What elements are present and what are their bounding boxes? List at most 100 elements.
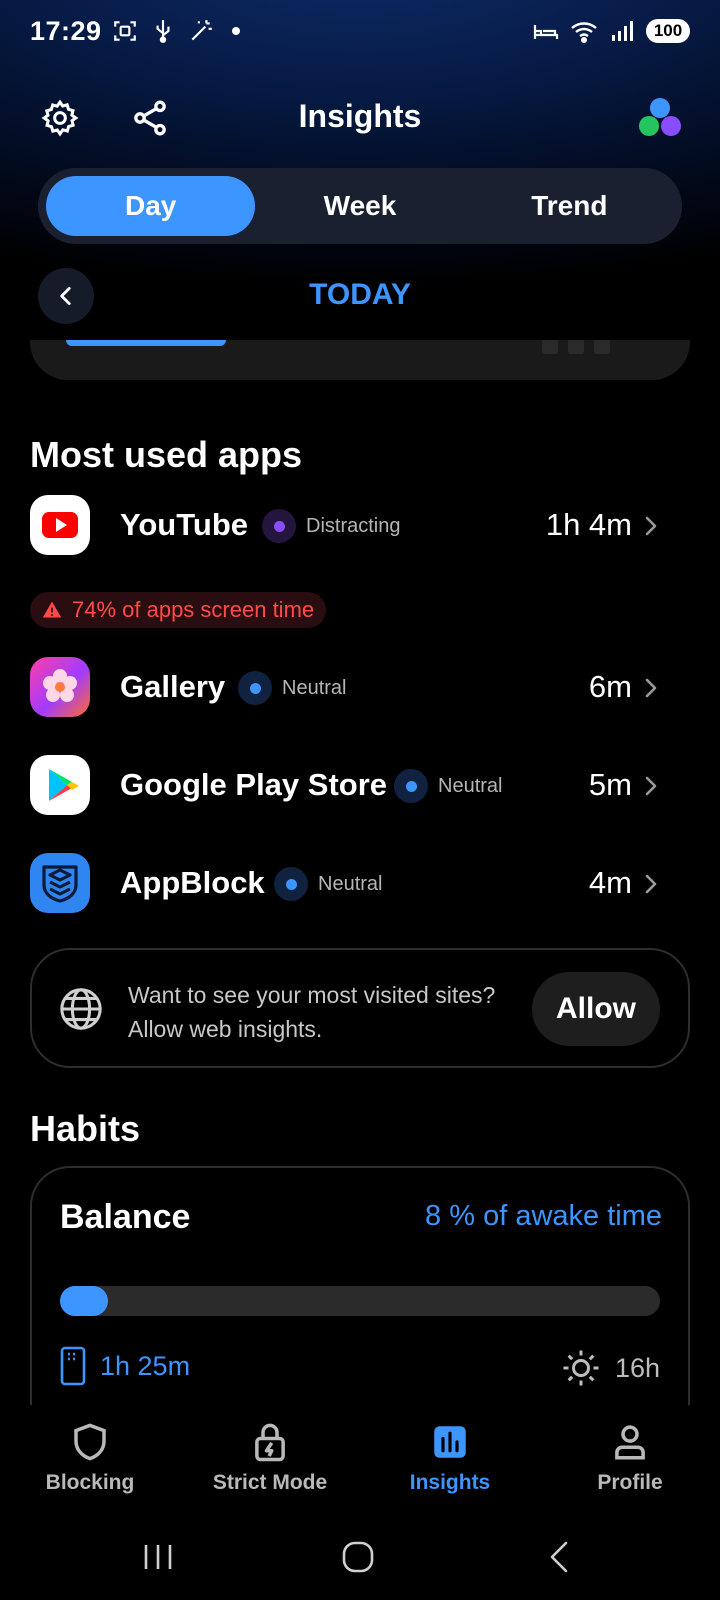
logo-dot-purple	[661, 116, 681, 136]
sleep-icon	[533, 25, 559, 39]
battery-icon: 100	[646, 19, 690, 43]
warning-text: 74% of apps screen time	[72, 597, 315, 622]
web-insights-text: Want to see your most visited sites? All…	[128, 982, 496, 1042]
app-time: 4m	[588, 865, 632, 900]
category-badge: Neutral	[238, 671, 346, 705]
lock-bolt-icon	[255, 1423, 285, 1462]
nav-label: Strict Mode	[212, 1471, 328, 1494]
nav-label: Profile	[597, 1471, 663, 1494]
nav-profile[interactable]: Profile	[540, 1421, 720, 1495]
settings-button[interactable]	[36, 94, 84, 142]
category-dot	[274, 867, 308, 901]
recents-button[interactable]	[138, 1537, 178, 1577]
category-badge: Neutral	[274, 867, 382, 901]
category-label: Neutral	[318, 872, 383, 895]
back-icon	[550, 1541, 568, 1573]
profile-icon	[615, 1425, 645, 1460]
home-icon	[342, 1541, 374, 1573]
shield-icon	[74, 1423, 106, 1461]
chevron-right-icon	[645, 516, 657, 536]
category-label: Distracting	[306, 514, 401, 537]
logo-dot-green	[639, 116, 659, 136]
app-time: 6m	[588, 669, 632, 704]
play-store-icon	[30, 755, 90, 815]
date-label: TODAY	[309, 278, 411, 311]
category-label: Neutral	[282, 676, 347, 699]
globe-icon	[60, 988, 102, 1030]
nav-label: Insights	[409, 1471, 491, 1494]
chevron-right-icon	[645, 678, 657, 698]
status-time: 17:29	[30, 16, 102, 46]
notification-dot	[232, 27, 240, 35]
app-time: 1h 4m	[545, 507, 632, 542]
awake-time-value: 16h	[614, 1352, 660, 1383]
app-row-play-store[interactable]: Google Play Store Neutral 5m	[30, 755, 690, 817]
back-button[interactable]	[540, 1537, 580, 1577]
share-button[interactable]	[126, 94, 174, 142]
screen-time-warning: 74% of apps screen time	[30, 592, 327, 628]
balance-title: Balance	[60, 1198, 191, 1236]
status-icons-left	[112, 18, 240, 44]
balance-progress-fill	[60, 1286, 108, 1316]
balance-progress-track	[60, 1286, 660, 1316]
app-name: Gallery	[120, 669, 226, 704]
app-name: Google Play Store	[120, 767, 388, 802]
status-bar: 17:29 100	[0, 0, 720, 66]
usb-icon	[156, 20, 170, 43]
tab-week[interactable]: Week	[255, 176, 464, 236]
wifi-icon	[571, 22, 597, 44]
awake-time: 16h	[561, 1348, 660, 1388]
gallery-icon	[30, 657, 90, 717]
screen-time-bar	[66, 340, 226, 346]
screen-time-card	[30, 340, 690, 380]
home-button[interactable]	[338, 1537, 378, 1577]
magic-wand-icon	[191, 20, 212, 41]
chart-icon	[434, 1426, 466, 1458]
app-row-appblock[interactable]: AppBlock Neutral 4m	[30, 853, 690, 915]
screen-time-ticks	[542, 340, 610, 354]
allow-button[interactable]: Allow	[532, 972, 660, 1046]
tab-trend[interactable]: Trend	[465, 176, 674, 236]
balance-card[interactable]: Balance 8 % of awake time 1h 25m 16h	[30, 1166, 690, 1426]
category-label: Neutral	[438, 774, 503, 797]
most-used-title: Most used apps	[30, 434, 303, 475]
screenshot-icon	[114, 21, 136, 41]
gear-icon	[41, 99, 79, 137]
phone-time: 1h 25m	[60, 1346, 190, 1386]
bottom-navigation: Blocking Strict Mode Insights Profile	[0, 1405, 720, 1515]
tab-day[interactable]: Day	[46, 176, 256, 236]
chevron-right-icon	[645, 776, 657, 796]
category-badge: Neutral	[394, 769, 502, 803]
habits-title: Habits	[30, 1108, 141, 1149]
app-row-youtube[interactable]: YouTube Distracting 1h 4m	[30, 495, 690, 557]
system-navigation	[0, 1515, 720, 1600]
app-time: 5m	[588, 767, 632, 802]
previous-day-button[interactable]	[38, 268, 94, 324]
phone-icon	[60, 1346, 86, 1386]
chevron-left-icon	[60, 287, 71, 305]
nav-insights[interactable]: Insights	[360, 1421, 540, 1495]
nav-strict-mode[interactable]: Strict Mode	[180, 1421, 360, 1495]
period-tabs: Day Week Trend	[38, 168, 682, 244]
status-icons-right: 100	[532, 18, 690, 44]
warning-icon	[42, 601, 62, 618]
chevron-right-icon	[645, 874, 657, 894]
category-dot	[262, 509, 296, 543]
web-insights-card: Want to see your most visited sites? All…	[30, 948, 690, 1068]
category-badge: Distracting	[262, 509, 400, 543]
nav-blocking[interactable]: Blocking	[0, 1421, 180, 1495]
top-bar: Insights	[0, 88, 720, 148]
category-dot	[394, 769, 428, 803]
app-name: YouTube	[120, 507, 248, 542]
nav-label: Blocking	[45, 1471, 135, 1494]
logo-dot-blue	[650, 98, 670, 118]
signal-icon	[612, 21, 633, 41]
recents-icon	[144, 1545, 172, 1569]
app-logo[interactable]	[636, 94, 684, 142]
appblock-icon	[30, 853, 90, 913]
category-dot	[238, 671, 272, 705]
balance-percent: 8 % of awake time	[425, 1200, 662, 1232]
date-navigator: TODAY	[38, 268, 682, 324]
youtube-icon	[30, 495, 90, 555]
app-row-gallery[interactable]: Gallery Neutral 6m	[30, 657, 690, 719]
